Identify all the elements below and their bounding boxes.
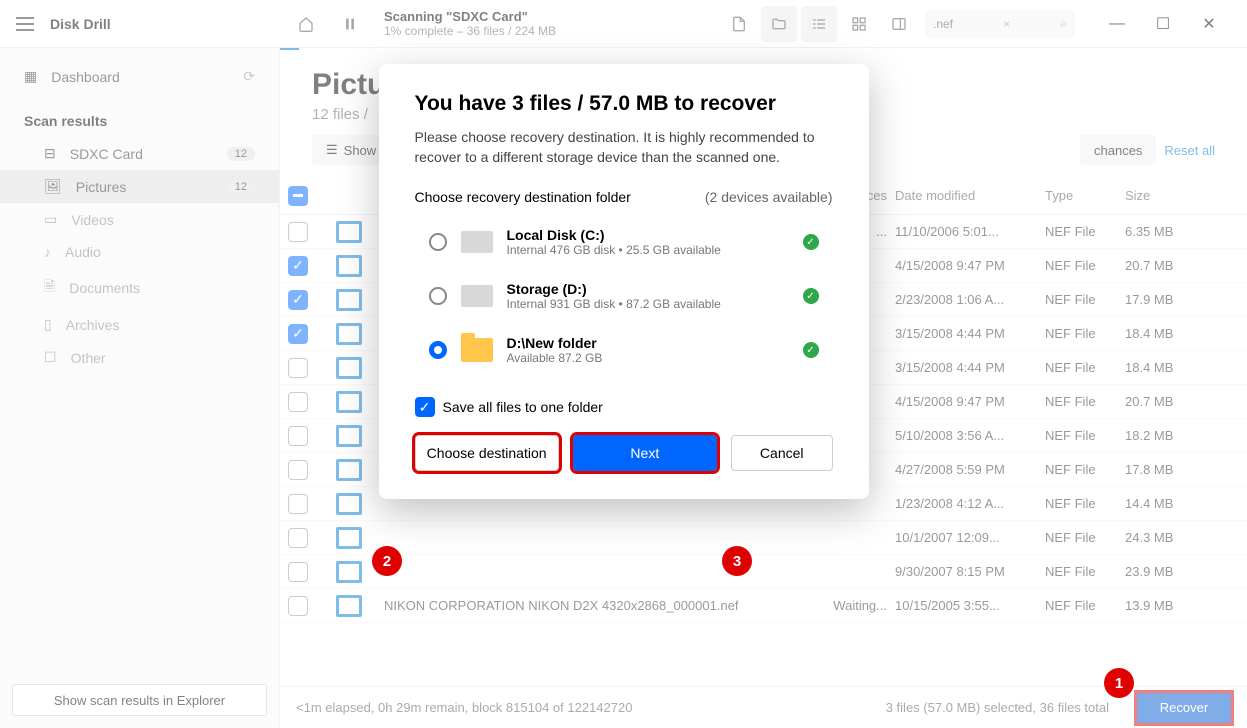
- folder-icon: [461, 338, 493, 362]
- choose-destination-label: Choose recovery destination folder: [415, 189, 631, 205]
- destination-sub: Internal 476 GB disk • 25.5 GB available: [507, 243, 789, 257]
- drive-icon: [461, 231, 493, 253]
- ok-badge-icon: ✓: [803, 288, 819, 304]
- save-all-label: Save all files to one folder: [443, 399, 603, 415]
- modal-overlay: You have 3 files / 57.0 MB to recover Pl…: [0, 0, 1247, 728]
- destination-option[interactable]: Storage (D:) Internal 931 GB disk • 87.2…: [415, 269, 833, 323]
- destination-radio[interactable]: [429, 287, 447, 305]
- destination-radio[interactable]: [429, 341, 447, 359]
- annotation-2: 2: [372, 546, 402, 576]
- destination-option[interactable]: Local Disk (C:) Internal 476 GB disk • 2…: [415, 215, 833, 269]
- destination-option[interactable]: D:\New folder Available 87.2 GB ✓: [415, 323, 833, 377]
- annotation-1: 1: [1104, 668, 1134, 698]
- destination-radio[interactable]: [429, 233, 447, 251]
- cancel-button[interactable]: Cancel: [731, 435, 833, 471]
- destination-name: Local Disk (C:): [507, 227, 789, 243]
- next-button[interactable]: Next: [573, 435, 717, 471]
- modal-desc: Please choose recovery destination. It i…: [415, 128, 833, 167]
- annotation-3: 3: [722, 546, 752, 576]
- save-all-checkbox[interactable]: ✓: [415, 397, 435, 417]
- destination-name: D:\New folder: [507, 335, 789, 351]
- choose-destination-button[interactable]: Choose destination: [415, 435, 559, 471]
- destination-sub: Available 87.2 GB: [507, 351, 789, 365]
- destination-sub: Internal 931 GB disk • 87.2 GB available: [507, 297, 789, 311]
- drive-icon: [461, 285, 493, 307]
- ok-badge-icon: ✓: [803, 342, 819, 358]
- recovery-modal: You have 3 files / 57.0 MB to recover Pl…: [379, 64, 869, 499]
- modal-title: You have 3 files / 57.0 MB to recover: [415, 92, 833, 116]
- destination-name: Storage (D:): [507, 281, 789, 297]
- devices-available: (2 devices available): [705, 189, 833, 205]
- ok-badge-icon: ✓: [803, 234, 819, 250]
